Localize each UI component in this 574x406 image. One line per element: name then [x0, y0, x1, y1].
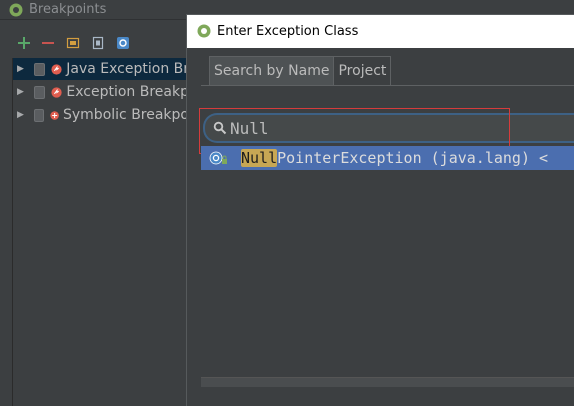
tree-item-java-exception[interactable]: ▶ Java Exception Br: [13, 58, 189, 80]
results-list: NullPointerException (java.lang) <: [201, 146, 574, 382]
search-input[interactable]: [230, 118, 550, 138]
group-icon: [66, 37, 80, 49]
tab-search-by-name[interactable]: Search by Name: [209, 56, 335, 86]
horizontal-scrollbar[interactable]: [201, 377, 574, 387]
result-label: NullPointerException (java.lang) <: [241, 149, 548, 167]
tree-item-symbolic[interactable]: ▶ Symbolic Breakpo: [13, 104, 189, 126]
result-item[interactable]: NullPointerException (java.lang) <: [201, 146, 574, 170]
plus-icon: [18, 37, 30, 49]
exception-breakpoint-icon: [51, 86, 62, 98]
tree-item-label: Java Exception Br: [66, 61, 189, 77]
window-title: Breakpoints: [29, 2, 107, 17]
search-box[interactable]: [203, 113, 574, 143]
enable-checkbox[interactable]: [33, 85, 46, 99]
tree-item-exception[interactable]: ▶ Exception Breakp: [13, 81, 189, 103]
dialog-titlebar[interactable]: Enter Exception Class: [187, 15, 574, 48]
remove-breakpoint-button[interactable]: [39, 34, 57, 52]
class-icon: [117, 37, 129, 49]
match-highlight: Null: [241, 149, 278, 167]
tree-item-label: Exception Breakp: [66, 84, 189, 100]
tab-label: Project: [338, 63, 387, 79]
group-by-file-button[interactable]: [89, 34, 107, 52]
add-breakpoint-button[interactable]: [15, 34, 33, 52]
package-name: (java.lang) <: [421, 149, 549, 167]
exception-class-icon: [209, 150, 231, 166]
expand-arrow-icon[interactable]: ▶: [17, 87, 24, 97]
enable-checkbox[interactable]: [33, 108, 44, 122]
tab-label: Search by Name: [214, 63, 330, 79]
dialog-title: Enter Exception Class: [217, 24, 359, 39]
breakpoints-tree: ▶ Java Exception Br ▶ Exception Breakp ▶: [12, 58, 189, 406]
breakpoints-toolbar: [0, 34, 190, 54]
android-studio-icon: [9, 3, 23, 17]
minus-icon: [42, 42, 54, 44]
enable-checkbox[interactable]: [33, 62, 46, 76]
file-icon: [92, 36, 104, 50]
symbolic-breakpoint-icon: [50, 110, 59, 120]
class-name-rest: PointerException: [277, 149, 422, 167]
expand-arrow-icon[interactable]: ▶: [17, 64, 24, 74]
exception-class-dialog: Enter Exception Class Search by Name Pro…: [186, 14, 574, 406]
tree-item-label: Symbolic Breakpo: [63, 107, 189, 123]
expand-arrow-icon[interactable]: ▶: [17, 110, 24, 120]
group-by-package-button[interactable]: [114, 34, 132, 52]
group-by-class-button[interactable]: [64, 34, 82, 52]
search-icon: [213, 121, 227, 135]
android-studio-icon: [197, 24, 211, 38]
tab-divider: [201, 85, 574, 86]
tab-project[interactable]: Project: [334, 56, 392, 86]
exception-breakpoint-icon: [51, 63, 62, 75]
search-mode-tabs: Search by Name Project: [209, 56, 392, 86]
